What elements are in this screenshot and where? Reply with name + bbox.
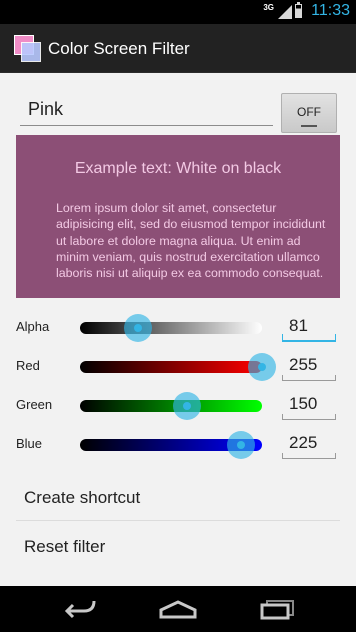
alpha-value-input[interactable]: 81 bbox=[282, 312, 336, 342]
green-value-input[interactable]: 150 bbox=[282, 390, 336, 420]
signal-icon bbox=[278, 5, 292, 19]
network-type: 3G bbox=[263, 3, 274, 12]
slider-thumb[interactable] bbox=[248, 353, 276, 381]
slider-thumb[interactable] bbox=[123, 314, 152, 342]
slider-thumb-dot bbox=[183, 402, 192, 410]
slider-label: Red bbox=[16, 358, 40, 373]
slider-thumb-dot bbox=[236, 441, 245, 449]
blue-value-input[interactable]: 225 bbox=[282, 429, 336, 459]
slider-thumb[interactable] bbox=[173, 392, 202, 420]
slider-label: Alpha bbox=[16, 319, 50, 334]
app-title: Color Screen Filter bbox=[48, 39, 190, 58]
slider-thumb-dot bbox=[133, 324, 142, 332]
preview-body: Lorem ipsum dolor sit amet, consectetur … bbox=[56, 201, 326, 281]
slider-row-blue: Blue 225 bbox=[0, 425, 356, 464]
main-content: Pink OFF Example text: White on black Lo… bbox=[0, 73, 356, 586]
app-logo-icon bbox=[14, 35, 42, 63]
battery-icon bbox=[295, 2, 302, 18]
clock: 11:33 bbox=[311, 2, 350, 19]
navigation-bar bbox=[0, 586, 356, 632]
slider-label: Green bbox=[16, 397, 53, 412]
toggle-indicator bbox=[301, 125, 317, 127]
green-slider[interactable] bbox=[80, 400, 262, 412]
back-icon[interactable] bbox=[60, 598, 98, 620]
red-value-input[interactable]: 255 bbox=[282, 351, 336, 381]
toggle-label: OFF bbox=[297, 105, 321, 119]
slider-row-red: Red 255 bbox=[0, 347, 356, 386]
preview-title: Example text: White on black bbox=[74, 160, 282, 177]
filter-preview: Example text: White on black Lorem ipsum… bbox=[16, 135, 340, 298]
status-bar: 3G 11:33 bbox=[0, 0, 356, 24]
reset-filter-button[interactable]: Reset filter bbox=[0, 523, 356, 571]
home-icon[interactable] bbox=[158, 598, 198, 620]
action-bar: Color Screen Filter bbox=[0, 24, 356, 73]
red-slider[interactable] bbox=[80, 361, 262, 373]
slider-label: Blue bbox=[16, 436, 43, 451]
divider bbox=[16, 520, 340, 521]
slider-thumb-dot bbox=[258, 363, 266, 371]
slider-row-alpha: Alpha 81 bbox=[0, 308, 356, 347]
filter-name-input[interactable]: Pink bbox=[20, 94, 273, 126]
slider-thumb[interactable] bbox=[226, 431, 255, 459]
recents-icon[interactable] bbox=[259, 598, 297, 620]
create-shortcut-button[interactable]: Create shortcut bbox=[0, 474, 356, 522]
filter-toggle-button[interactable]: OFF bbox=[281, 93, 337, 133]
slider-row-green: Green 150 bbox=[0, 386, 356, 425]
alpha-slider[interactable] bbox=[80, 322, 262, 334]
